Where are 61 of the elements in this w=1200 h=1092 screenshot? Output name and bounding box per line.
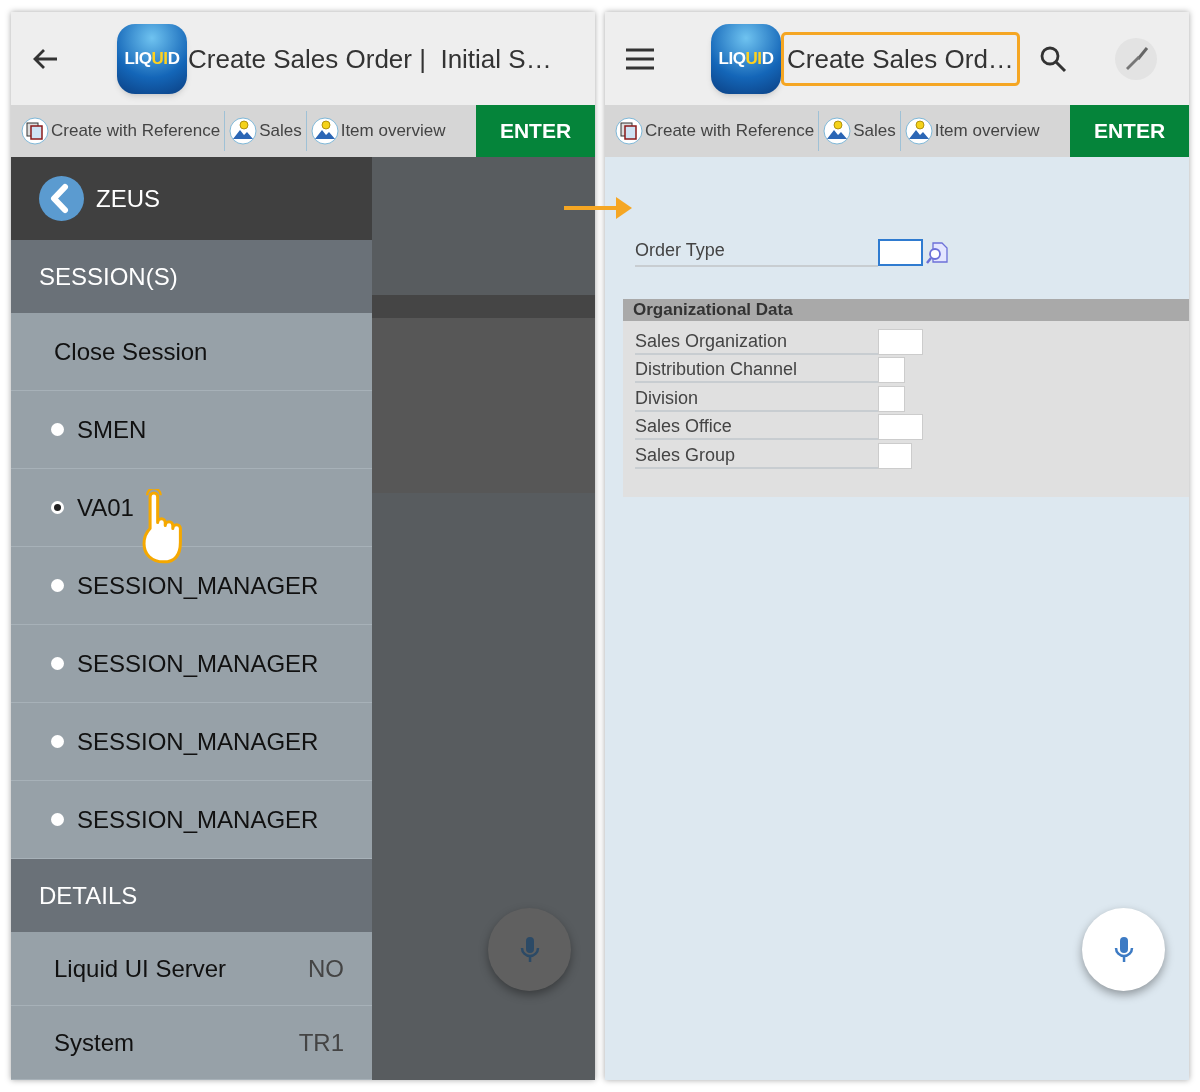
logo-text: LIQUID [718, 47, 774, 70]
landscape-icon [310, 117, 339, 145]
detail-label: System [54, 1027, 134, 1058]
order-type-field[interactable] [878, 239, 923, 266]
field-label: Order Type [635, 237, 878, 267]
field-label: Division [635, 385, 878, 412]
input-field[interactable] [878, 442, 912, 469]
back-chevron-icon[interactable] [39, 176, 84, 221]
landscape-icon [229, 117, 258, 145]
drawer-title: ZEUS [96, 183, 160, 214]
radio-button[interactable] [51, 501, 64, 514]
input-field[interactable] [878, 328, 923, 355]
microphone-button[interactable] [1082, 908, 1165, 991]
field-label: Sales Office [635, 414, 878, 441]
toolbar-button[interactable]: Create with Reference [613, 117, 817, 145]
logo-text: LIQUID [124, 47, 180, 70]
field-label: Distribution Channel [635, 357, 878, 384]
input-field[interactable] [878, 414, 923, 441]
arrow-icon [564, 195, 634, 221]
radio-button[interactable] [51, 423, 64, 436]
toolbar-button[interactable]: Item overview [902, 117, 1042, 145]
field-label: Sales Group [635, 442, 878, 469]
radio-button[interactable] [51, 735, 64, 748]
microphone-icon [518, 934, 541, 965]
section-heading: SESSION(S) [39, 261, 178, 292]
close-session-item[interactable]: Close Session [54, 333, 208, 370]
section-heading: DETAILS [39, 880, 138, 911]
toolbar-button[interactable]: Item overview [308, 117, 448, 145]
search-help-icon[interactable] [925, 241, 949, 265]
toolbar-button[interactable]: Create with Reference [19, 117, 223, 145]
input-field[interactable] [878, 385, 905, 412]
radio-button[interactable] [51, 579, 64, 592]
tool-button[interactable] [1115, 37, 1157, 80]
search-icon[interactable] [1039, 44, 1067, 73]
landscape-icon [823, 117, 852, 145]
screen-title: Create Sales Ord… [781, 31, 1020, 86]
session-item[interactable]: SESSION_MANAGER [51, 723, 319, 760]
session-item[interactable]: SESSION_MANAGER [51, 567, 319, 604]
landscape-icon [904, 117, 933, 145]
session-item[interactable]: VA01 [51, 489, 134, 526]
section-title: Organizational Data [633, 299, 793, 322]
toolbar-button[interactable]: Sales [821, 117, 898, 145]
session-item[interactable]: SMEN [51, 411, 147, 448]
documents-icon [21, 117, 49, 145]
input-field[interactable] [878, 357, 905, 384]
back-arrow-icon[interactable] [31, 46, 59, 71]
radio-button[interactable] [51, 813, 64, 826]
detail-label: Liquid UI Server [54, 953, 227, 984]
menu-icon[interactable] [625, 47, 655, 70]
session-item[interactable]: SESSION_MANAGER [51, 801, 319, 838]
screen-title: Create Sales Order | Initial S… [187, 45, 553, 72]
enter-button[interactable]: ENTER [476, 105, 595, 157]
detail-value: NO [308, 953, 344, 984]
microphone-icon [1112, 934, 1135, 965]
enter-button[interactable]: ENTER [1070, 105, 1189, 157]
session-item[interactable]: SESSION_MANAGER [51, 645, 319, 682]
radio-button[interactable] [51, 657, 64, 670]
documents-icon [615, 117, 643, 145]
toolbar-button[interactable]: Sales [227, 117, 304, 145]
field-label: Sales Organization [635, 328, 878, 355]
detail-value: TR1 [298, 1027, 344, 1058]
